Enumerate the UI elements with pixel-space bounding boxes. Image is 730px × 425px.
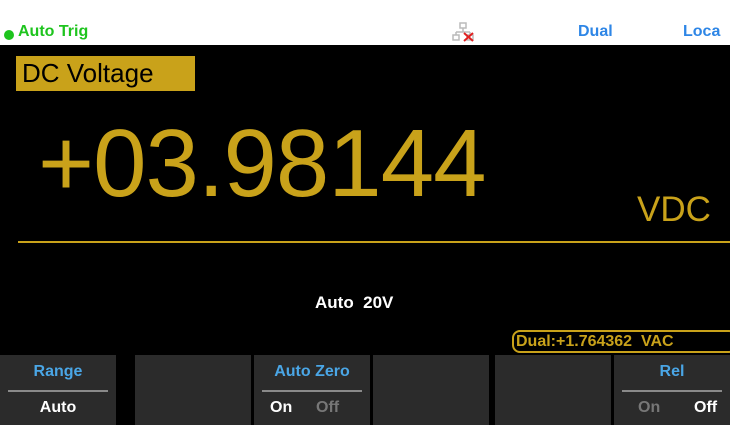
function-label: DC Voltage — [16, 56, 195, 91]
main-reading: +03.98144 — [38, 110, 486, 217]
auto-zero-on-option: On — [270, 399, 293, 416]
softkey-4-empty[interactable] — [373, 355, 489, 425]
softkey-separator — [8, 390, 108, 392]
range-softkey-title: Range — [33, 363, 83, 380]
rel-softkey-title: Rel — [659, 363, 685, 380]
reading-divider — [18, 241, 730, 243]
softkey-5-empty[interactable] — [495, 355, 611, 425]
rel-off-option: Off — [694, 399, 718, 416]
auto-zero-softkey[interactable]: Auto Zero On Off — [254, 355, 370, 425]
trigger-dot-icon — [4, 30, 14, 40]
softkey-2-empty[interactable] — [135, 355, 251, 425]
softkey-separator — [262, 390, 362, 392]
trigger-status: Auto Trig — [18, 23, 89, 40]
dual-indicator: Dual — [578, 23, 613, 40]
range-softkey-value: Auto — [39, 399, 77, 416]
range-status: Auto 20V — [315, 293, 394, 312]
range-softkey[interactable]: Range Auto — [0, 355, 116, 425]
rel-softkey[interactable]: Rel On Off — [614, 355, 730, 425]
softkey-bar: Range Auto Auto Zero On Off Rel On Off — [0, 355, 730, 425]
dual-reading: Dual:+1.764362 VAC — [516, 333, 674, 350]
network-disconnected-icon — [452, 22, 474, 42]
dmm-screen: Auto Trig Dual Loca DC Voltage +03.98144… — [0, 0, 730, 425]
local-indicator: Loca — [683, 23, 721, 40]
reading-unit: VDC — [637, 190, 711, 229]
softkey-separator — [622, 390, 722, 392]
auto-zero-softkey-title: Auto Zero — [274, 363, 350, 380]
auto-zero-off-option: Off — [316, 399, 340, 416]
status-bar: Auto Trig Dual Loca — [0, 20, 730, 45]
rel-on-option: On — [638, 399, 661, 416]
